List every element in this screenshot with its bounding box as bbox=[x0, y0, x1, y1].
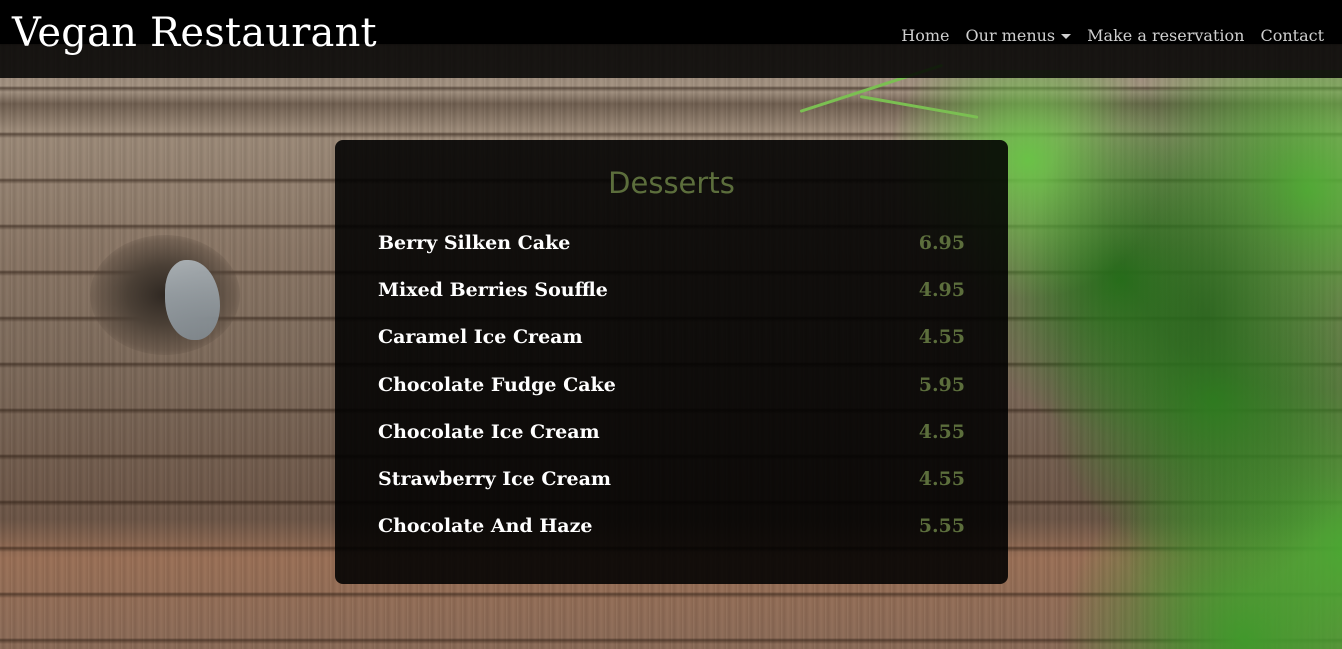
caret-down-icon bbox=[1061, 34, 1072, 39]
menu-item-name: Mixed Berries Souffle bbox=[378, 279, 608, 302]
menu-title: Desserts bbox=[608, 166, 735, 200]
nav-our-menus-dropdown[interactable]: Our menus bbox=[966, 26, 1072, 45]
menu-item-price: 5.55 bbox=[918, 515, 965, 538]
menu-item-name: Chocolate Ice Cream bbox=[378, 420, 600, 443]
menu-item-name: Berry Silken Cake bbox=[378, 232, 571, 254]
menu-item: Strawberry Ice Cream 4.55 bbox=[378, 466, 965, 513]
nav-contact-link[interactable]: Contact bbox=[1260, 26, 1324, 45]
menu-item-price: 4.55 bbox=[918, 326, 965, 349]
menu-item-price: 6.95 bbox=[918, 232, 965, 254]
brand-link[interactable]: Vegan Restaurant bbox=[12, 10, 377, 56]
menu-item-name: Chocolate Fudge Cake bbox=[378, 373, 616, 396]
menu-item-name: Strawberry Ice Cream bbox=[378, 467, 612, 490]
menu-item-name: Caramel Ice Cream bbox=[378, 326, 583, 349]
nav-links: Home Our menus Make a reservation Contac… bbox=[901, 26, 1324, 45]
menu-item: Chocolate Ice Cream 4.55 bbox=[378, 419, 965, 466]
navbar: Vegan Restaurant Home Our menus Make a r… bbox=[0, 0, 1342, 78]
cilantro-shadow bbox=[990, 90, 1342, 649]
menu-item-price: 4.55 bbox=[918, 420, 965, 443]
nav-reservation-link[interactable]: Make a reservation bbox=[1087, 26, 1244, 45]
nav-our-menus-label: Our menus bbox=[965, 26, 1056, 45]
menu-list: Berry Silken Cake 6.95 Mixed Berries Sou… bbox=[378, 230, 965, 560]
menu-item-price: 4.95 bbox=[918, 279, 965, 302]
menu-item-price: 5.95 bbox=[918, 373, 965, 396]
menu-item: Caramel Ice Cream 4.55 bbox=[378, 324, 965, 371]
menu-item-name: Chocolate And Haze bbox=[378, 515, 593, 538]
menu-item: Mixed Berries Souffle 4.95 bbox=[378, 277, 965, 324]
nav-home-link[interactable]: Home bbox=[901, 26, 949, 45]
menu-item-price: 4.55 bbox=[918, 467, 965, 490]
menu-item: Berry Silken Cake 6.95 bbox=[378, 230, 965, 277]
menu-item: Chocolate And Haze 5.55 bbox=[378, 513, 965, 560]
menu-card: Desserts Berry Silken Cake 6.95 Mixed Be… bbox=[335, 140, 1008, 584]
menu-item: Chocolate Fudge Cake 5.95 bbox=[378, 372, 965, 419]
